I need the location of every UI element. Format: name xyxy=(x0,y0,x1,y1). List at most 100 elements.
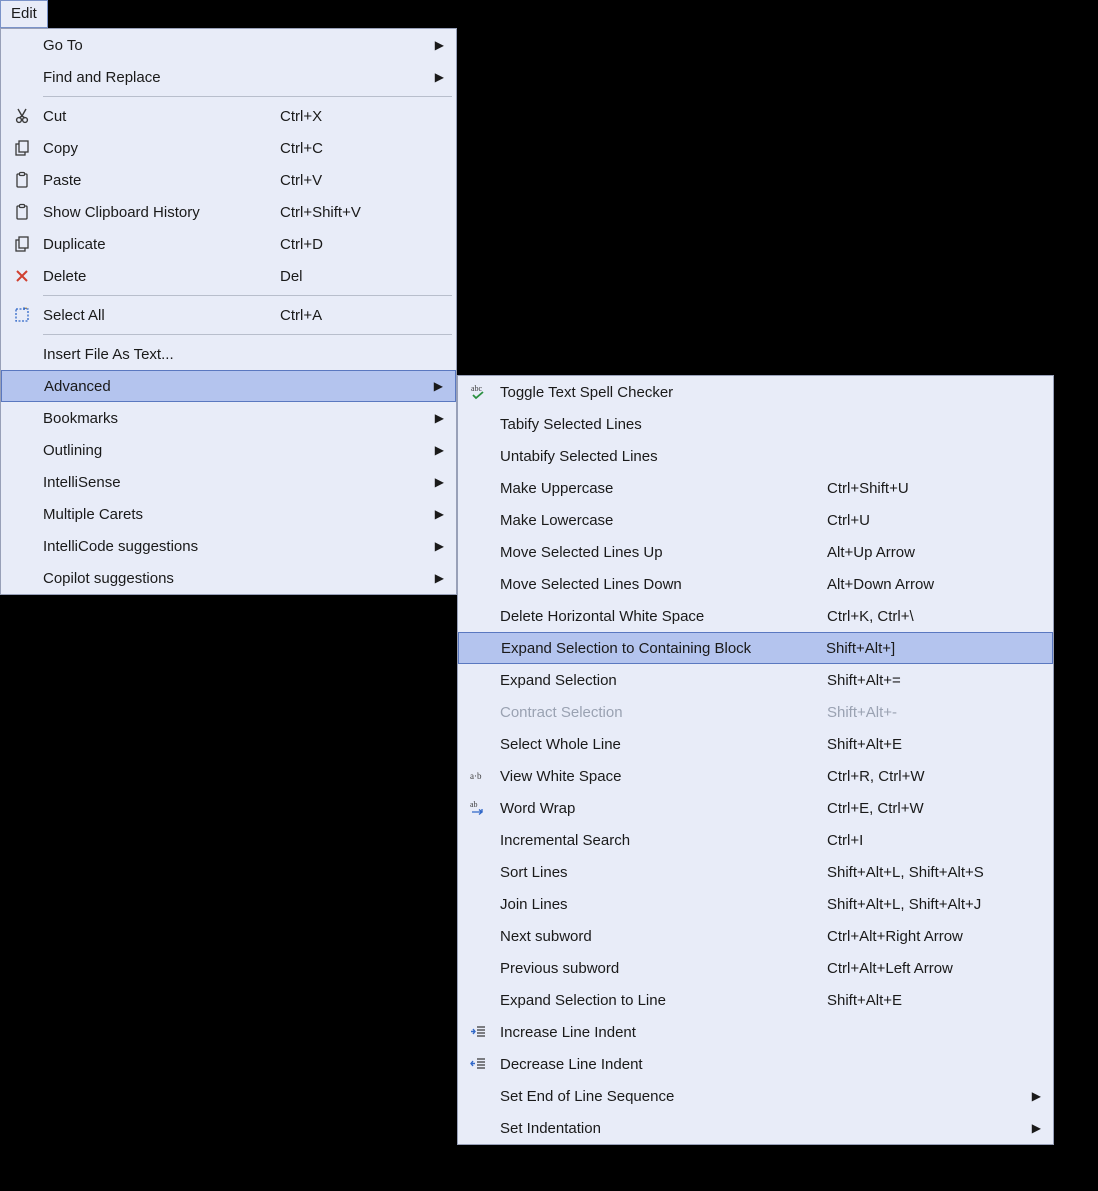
cut-icon xyxy=(1,107,43,125)
menu-item-outlining[interactable]: Outlining▶ xyxy=(1,434,456,466)
delete-icon xyxy=(1,267,43,285)
menu-item-insertfile[interactable]: Insert File As Text... xyxy=(1,338,456,370)
menu-item-advanced[interactable]: Advanced▶ xyxy=(1,370,456,402)
menu-item-expblock[interactable]: Expand Selection to Containing BlockShif… xyxy=(458,632,1053,664)
selectall-icon xyxy=(1,306,43,324)
menu-item-shortcut: Ctrl+K, Ctrl+\ xyxy=(809,608,1025,625)
menu-item-label: Select Whole Line xyxy=(500,736,809,753)
menu-item-shortcut: Del xyxy=(262,268,428,285)
menu-item-duplicate[interactable]: DuplicateCtrl+D xyxy=(1,228,456,260)
menu-item-shortcut: Shift+Alt+E xyxy=(809,992,1025,1009)
menu-item-label: Expand Selection to Line xyxy=(500,992,809,1009)
menu-item-exptoline[interactable]: Expand Selection to LineShift+Alt+E xyxy=(458,984,1053,1016)
menu-item-upper[interactable]: Make UppercaseCtrl+Shift+U xyxy=(458,472,1053,504)
menu-item-expsel[interactable]: Expand SelectionShift+Alt+= xyxy=(458,664,1053,696)
advanced-submenu: Toggle Text Spell Checker Tabify Selected… xyxy=(457,375,1054,1145)
menu-item-label: Go To xyxy=(43,37,262,54)
menu-item-label: Tabify Selected Lines xyxy=(500,416,809,433)
menu-item-label: Incremental Search xyxy=(500,832,809,849)
menu-item-delete[interactable]: DeleteDel xyxy=(1,260,456,292)
submenu-arrow-icon: ▶ xyxy=(428,539,444,553)
menu-item-movedown[interactable]: Move Selected Lines DownAlt+Down Arrow xyxy=(458,568,1053,600)
menu-item-label: Insert File As Text... xyxy=(43,346,262,363)
submenu-arrow-icon: ▶ xyxy=(428,571,444,585)
menu-item-moveup[interactable]: Move Selected Lines UpAlt+Up Arrow xyxy=(458,536,1053,568)
menu-item-decindent[interactable]: Decrease Line Indent xyxy=(458,1048,1053,1080)
submenu-arrow-icon: ▶ xyxy=(428,507,444,521)
menu-item-viewws[interactable]: View White SpaceCtrl+R, Ctrl+W xyxy=(458,760,1053,792)
submenu-arrow-icon: ▶ xyxy=(427,379,443,393)
menu-item-intellisense[interactable]: IntelliSense▶ xyxy=(1,466,456,498)
menu-item-label: Previous subword xyxy=(500,960,809,977)
menu-item-paste[interactable]: PasteCtrl+V xyxy=(1,164,456,196)
menu-item-label: Contract Selection xyxy=(500,704,809,721)
menu-item-label: Outlining xyxy=(43,442,262,459)
menu-separator xyxy=(43,295,452,296)
menu-item-shortcut: Shift+Alt+- xyxy=(809,704,1025,721)
submenu-arrow-icon: ▶ xyxy=(1025,1121,1041,1135)
menu-item-selectall[interactable]: Select AllCtrl+A xyxy=(1,299,456,331)
paste-icon xyxy=(1,203,43,221)
edit-menu: Go To▶Find and Replace▶CutCtrl+XCopyCtrl… xyxy=(0,28,457,595)
menu-item-copy[interactable]: CopyCtrl+C xyxy=(1,132,456,164)
menu-item-nextsub[interactable]: Next subwordCtrl+Alt+Right Arrow xyxy=(458,920,1053,952)
menu-item-label: Untabify Selected Lines xyxy=(500,448,809,465)
viewws-icon xyxy=(458,767,500,785)
menu-item-prevsub[interactable]: Previous subwordCtrl+Alt+Left Arrow xyxy=(458,952,1053,984)
menu-item-shortcut: Shift+Alt+L, Shift+Alt+J xyxy=(809,896,1025,913)
menu-item-cliphist[interactable]: Show Clipboard HistoryCtrl+Shift+V xyxy=(1,196,456,228)
menu-item-label: View White Space xyxy=(500,768,809,785)
submenu-arrow-icon: ▶ xyxy=(428,70,444,84)
menu-item-wrap[interactable]: Word WrapCtrl+E, Ctrl+W xyxy=(458,792,1053,824)
menu-item-setindent[interactable]: Set Indentation ▶ xyxy=(458,1112,1053,1144)
menu-item-cut[interactable]: CutCtrl+X xyxy=(1,100,456,132)
menu-item-incsearch[interactable]: Incremental SearchCtrl+I xyxy=(458,824,1053,856)
wrap-icon xyxy=(458,799,500,817)
menu-item-copilot[interactable]: Copilot suggestions▶ xyxy=(1,562,456,594)
menu-item-selline[interactable]: Select Whole LineShift+Alt+E xyxy=(458,728,1053,760)
menu-item-intellicode[interactable]: IntelliCode suggestions ▶ xyxy=(1,530,456,562)
menu-item-spellcheck[interactable]: Toggle Text Spell Checker xyxy=(458,376,1053,408)
menu-item-label: Select All xyxy=(43,307,262,324)
menu-item-sort[interactable]: Sort LinesShift+Alt+L, Shift+Alt+S xyxy=(458,856,1053,888)
menu-item-incindent[interactable]: Increase Line Indent xyxy=(458,1016,1053,1048)
submenu-arrow-icon: ▶ xyxy=(428,38,444,52)
menu-item-label: Decrease Line Indent xyxy=(500,1056,809,1073)
menu-item-label: Next subword xyxy=(500,928,809,945)
menu-item-shortcut: Ctrl+C xyxy=(262,140,428,157)
menu-item-shortcut: Ctrl+X xyxy=(262,108,428,125)
menu-item-shortcut: Ctrl+R, Ctrl+W xyxy=(809,768,1025,785)
copy-icon xyxy=(1,235,43,253)
menu-item-label: Sort Lines xyxy=(500,864,809,881)
menubar-edit[interactable]: Edit xyxy=(0,0,48,28)
menu-item-shortcut: Shift+Alt+] xyxy=(808,640,1024,657)
spell-icon xyxy=(458,383,500,401)
menu-item-shortcut: Ctrl+I xyxy=(809,832,1025,849)
menu-item-findreplace[interactable]: Find and Replace▶ xyxy=(1,61,456,93)
menu-item-label: Expand Selection xyxy=(500,672,809,689)
menu-item-untabify[interactable]: Untabify Selected Lines xyxy=(458,440,1053,472)
menu-item-tabify[interactable]: Tabify Selected Lines xyxy=(458,408,1053,440)
menu-item-bookmarks[interactable]: Bookmarks ▶ xyxy=(1,402,456,434)
menu-item-goto[interactable]: Go To ▶ xyxy=(1,29,456,61)
menu-item-lower[interactable]: Make LowercaseCtrl+U xyxy=(458,504,1053,536)
menu-item-label: IntelliSense xyxy=(43,474,262,491)
menu-item-shortcut: Shift+Alt+= xyxy=(809,672,1025,689)
menu-item-join[interactable]: Join LinesShift+Alt+L, Shift+Alt+J xyxy=(458,888,1053,920)
submenu-arrow-icon: ▶ xyxy=(428,411,444,425)
menu-item-label: Toggle Text Spell Checker xyxy=(500,384,809,401)
menu-item-label: Bookmarks xyxy=(43,410,262,427)
menu-item-label: Increase Line Indent xyxy=(500,1024,809,1041)
menu-item-delws[interactable]: Delete Horizontal White SpaceCtrl+K, Ctr… xyxy=(458,600,1053,632)
menu-item-label: Copy xyxy=(43,140,262,157)
menubar: Edit xyxy=(0,0,1098,28)
menu-item-label: Delete xyxy=(43,268,262,285)
menu-item-label: IntelliCode suggestions xyxy=(43,538,262,555)
menu-item-label: Word Wrap xyxy=(500,800,809,817)
menu-item-eolseq[interactable]: Set End of Line Sequence▶ xyxy=(458,1080,1053,1112)
copy-icon xyxy=(1,139,43,157)
menu-item-shortcut: Ctrl+A xyxy=(262,307,428,324)
menu-item-contract: Contract SelectionShift+Alt+- xyxy=(458,696,1053,728)
menu-item-label: Set Indentation xyxy=(500,1120,809,1137)
menu-item-multcarets[interactable]: Multiple Carets▶ xyxy=(1,498,456,530)
